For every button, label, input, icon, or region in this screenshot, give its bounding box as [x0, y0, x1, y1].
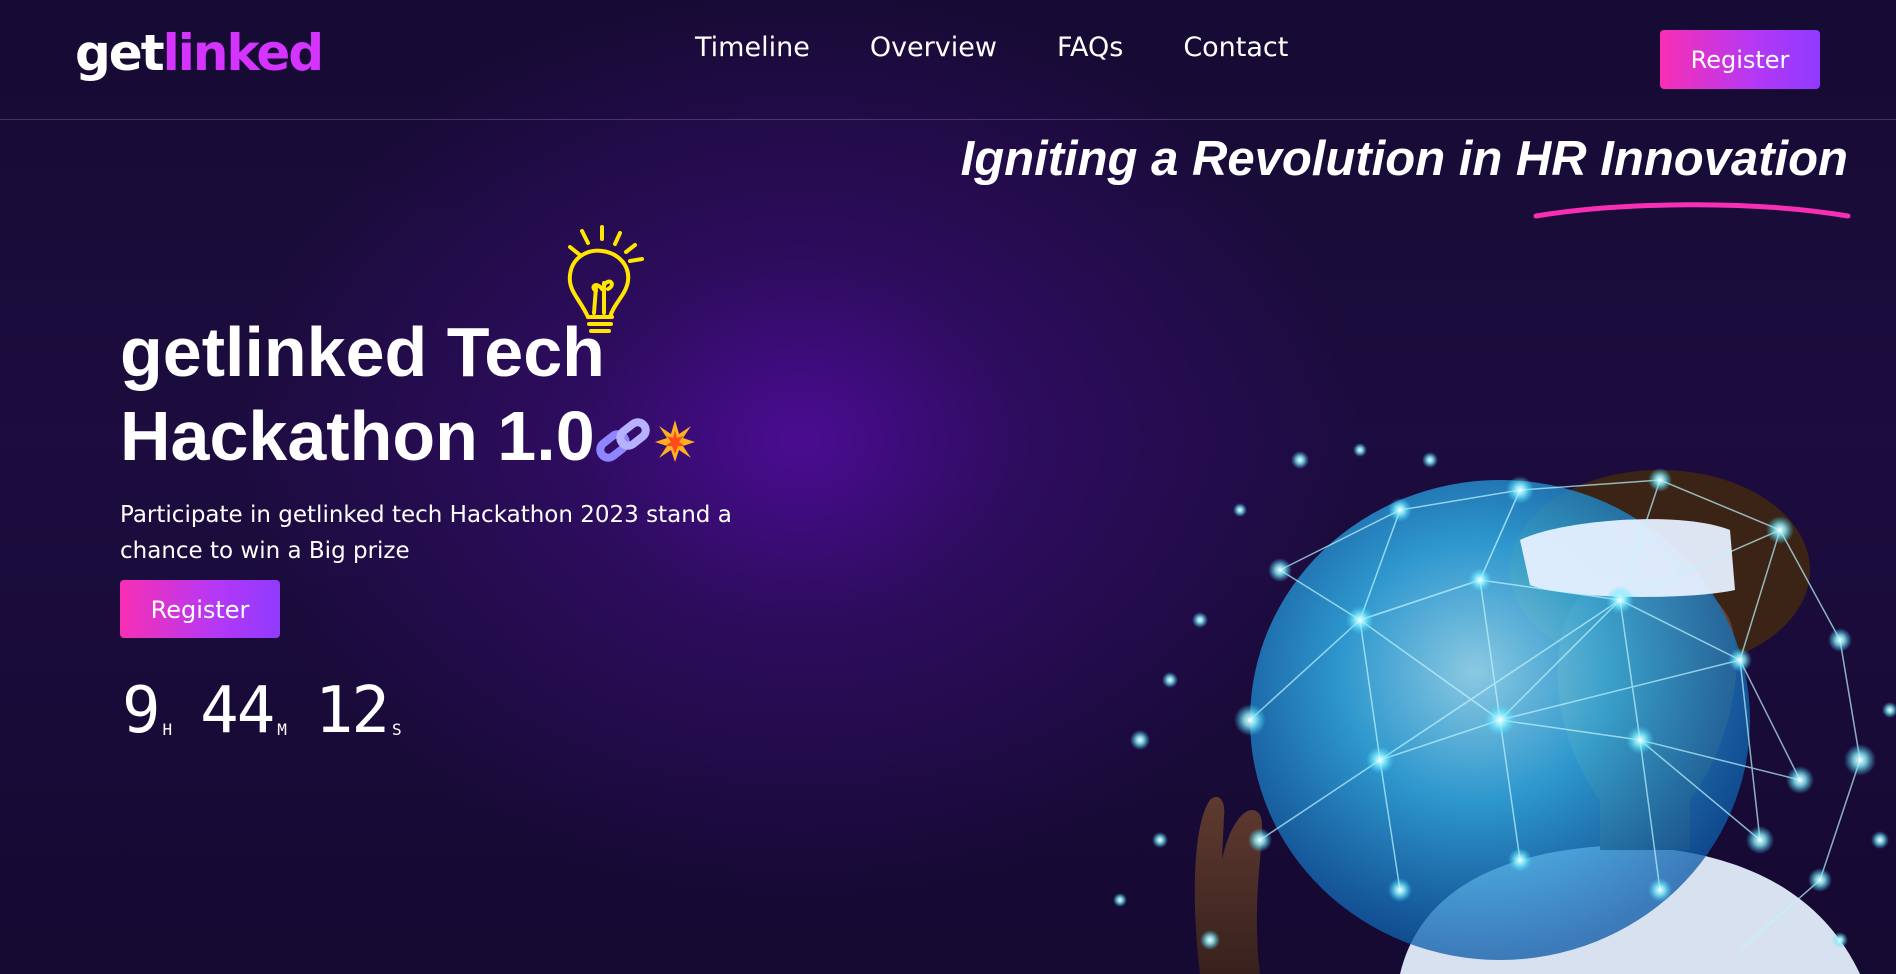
- hero-title: getlinked Tech Hackathon 1.0: [120, 310, 697, 484]
- nav-link-contact[interactable]: Contact: [1183, 28, 1288, 68]
- hero-register-button[interactable]: Register: [120, 580, 280, 638]
- hero-description: Participate in getlinked tech Hackathon …: [120, 502, 732, 564]
- nav-link-timeline[interactable]: Timeline: [695, 28, 810, 68]
- nav-link-faqs[interactable]: FAQs: [1057, 28, 1123, 68]
- hero-vr-illustration: [1113, 443, 1896, 974]
- site-header: getlinked Timeline Overview FAQs Contact…: [0, 0, 1896, 120]
- hero-title-line-2-wrap: Hackathon 1.0: [120, 394, 697, 484]
- chain-link-icon: [595, 417, 650, 462]
- countdown-seconds-unit: S: [391, 720, 402, 739]
- countdown-minutes: 44: [200, 674, 275, 748]
- logo[interactable]: getlinked: [75, 22, 324, 84]
- title-icons: [595, 400, 697, 484]
- countdown-timer: 9 H 44 M 12 S: [122, 676, 402, 746]
- tagline-underline: [1533, 202, 1851, 219]
- hero-title-line-2: Hackathon 1.0: [120, 397, 595, 475]
- hero-title-line-1: getlinked Tech: [120, 313, 605, 391]
- hero-tagline: Igniting a Revolution in HR Innovation: [960, 132, 1848, 186]
- logo-text-linked: linked: [162, 24, 324, 82]
- logo-text-get: get: [75, 24, 165, 82]
- countdown-hours-unit: H: [162, 720, 173, 739]
- main-nav: Timeline Overview FAQs Contact: [695, 28, 1288, 68]
- countdown-seconds: 12: [314, 674, 390, 748]
- countdown-hours: 9: [122, 674, 161, 748]
- vr-headset-shape: [1520, 519, 1735, 597]
- header-register-button[interactable]: Register: [1660, 30, 1820, 89]
- spark-icon: [654, 419, 695, 462]
- nav-link-overview[interactable]: Overview: [870, 28, 997, 68]
- countdown-minutes-unit: M: [277, 720, 287, 739]
